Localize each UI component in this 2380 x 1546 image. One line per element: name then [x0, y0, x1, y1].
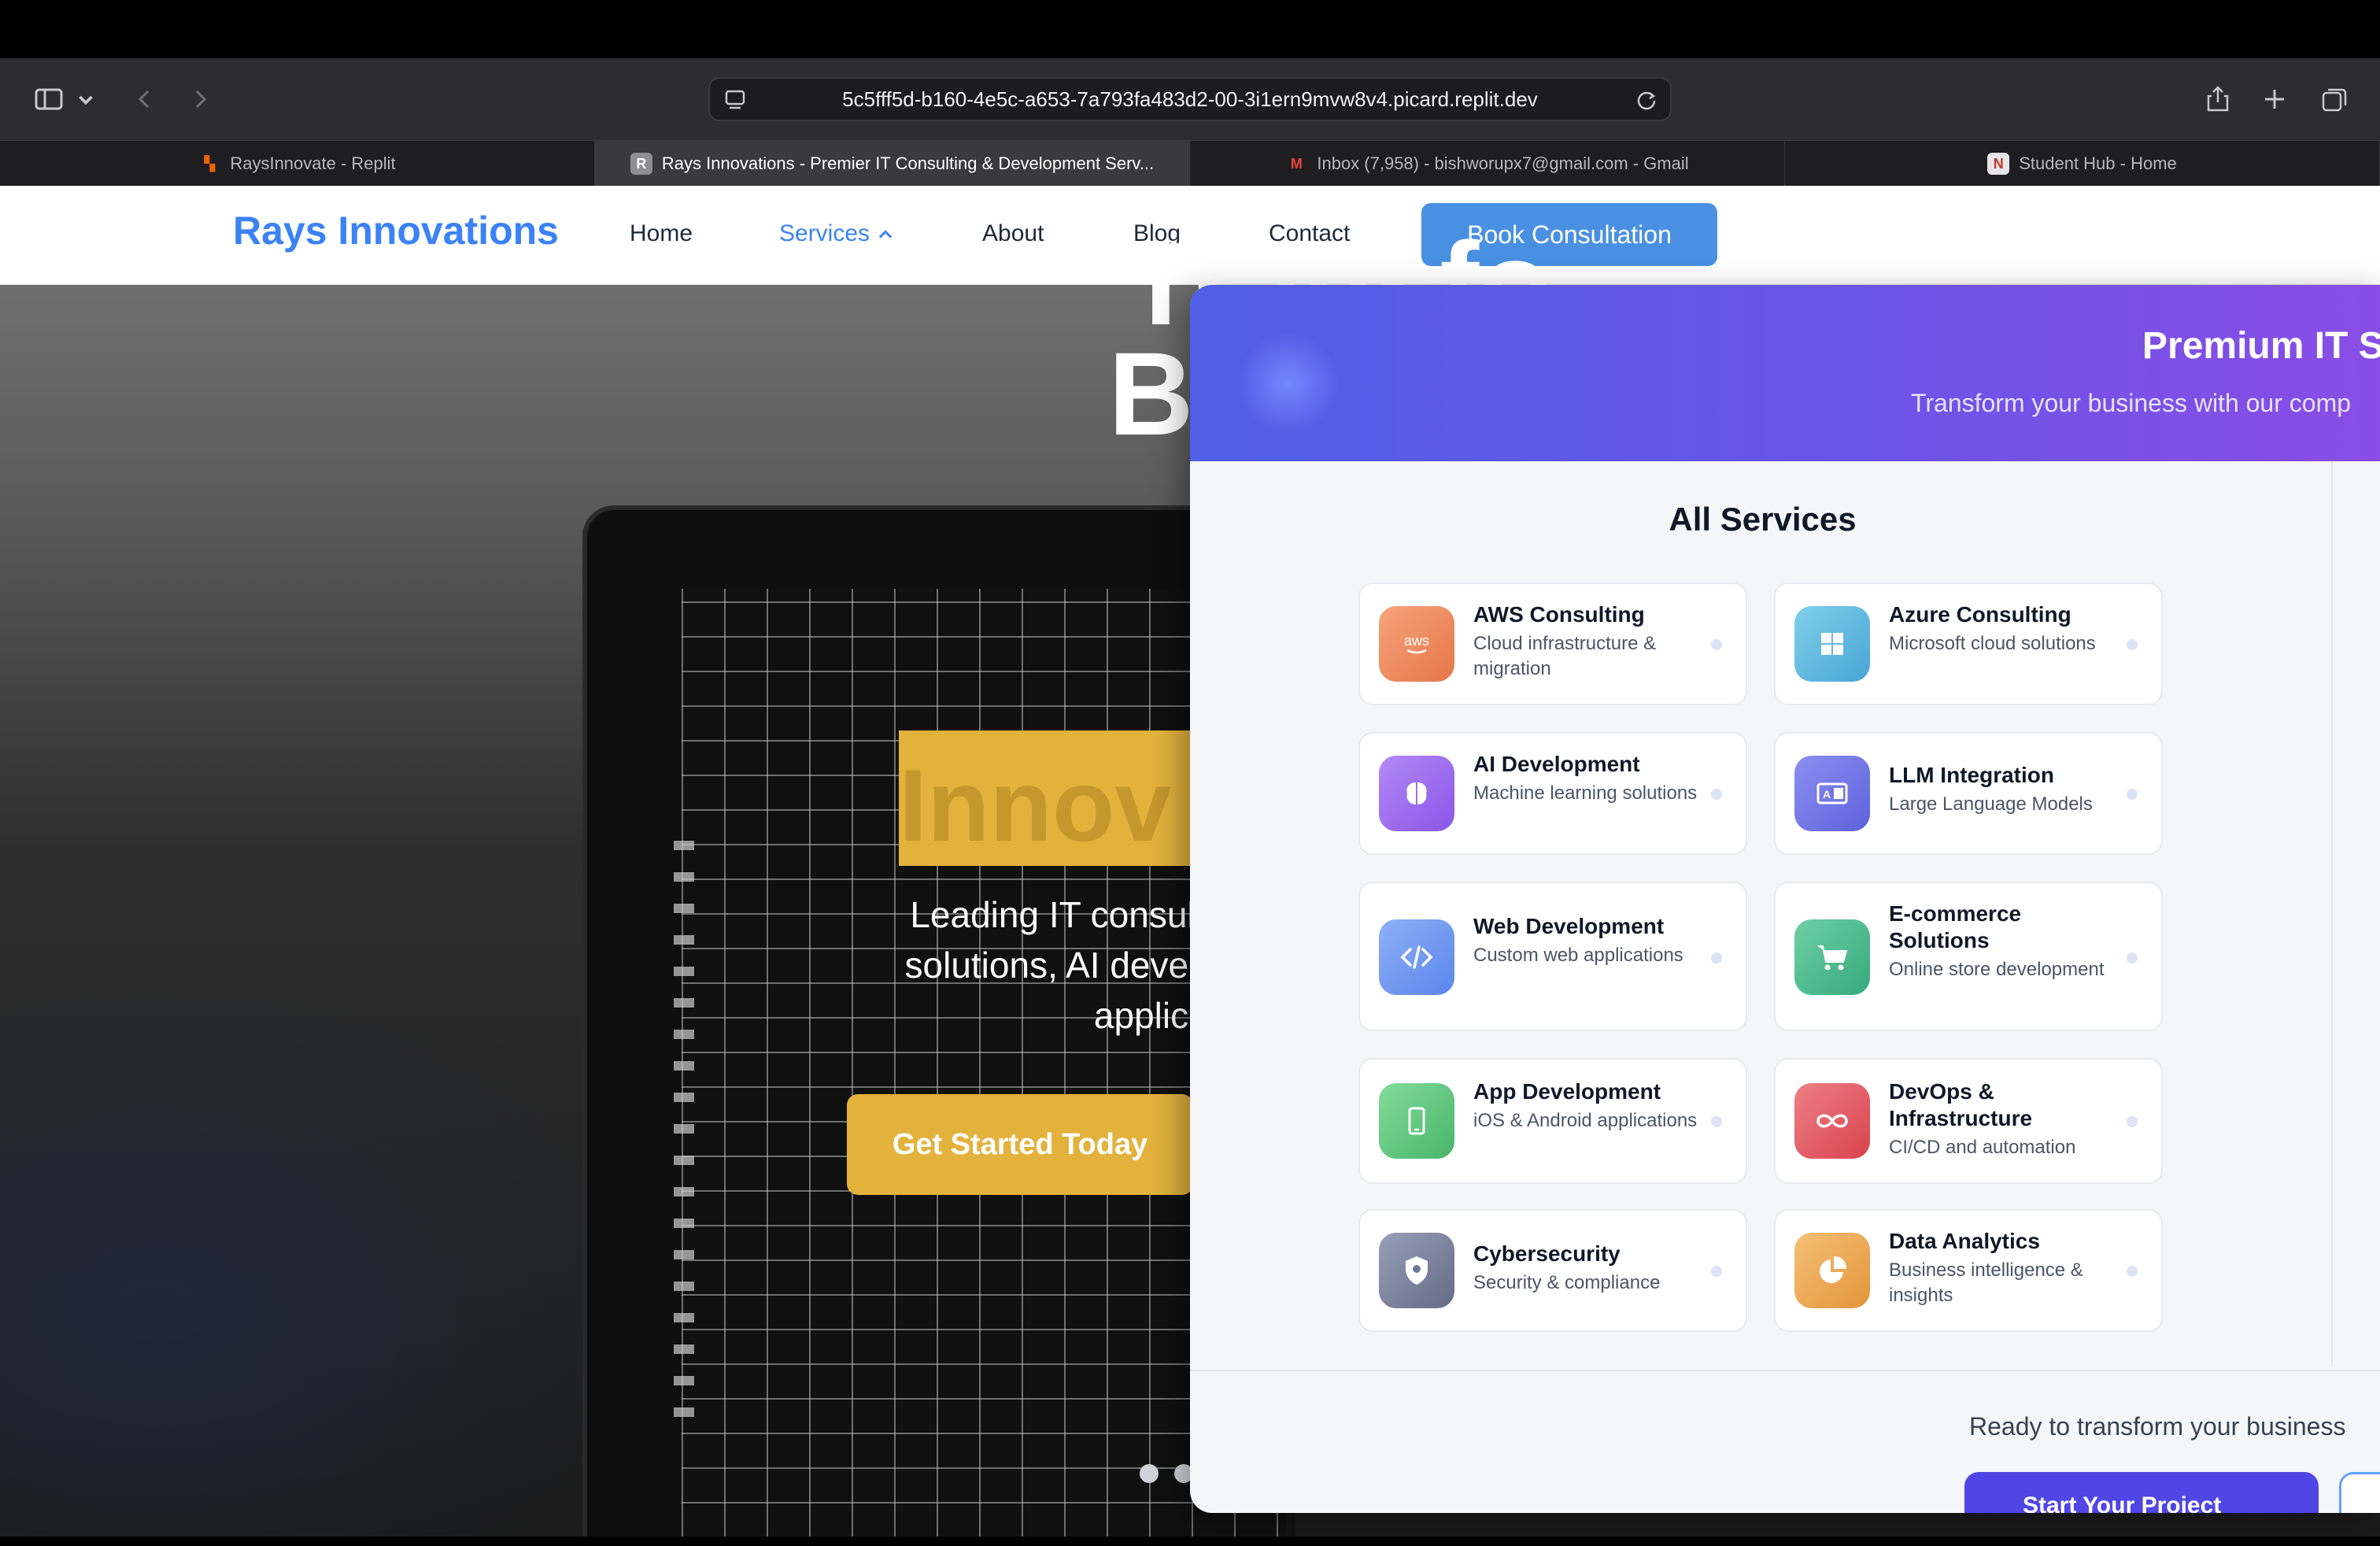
language-icon: A	[1794, 756, 1870, 831]
code-icon	[1379, 919, 1454, 995]
service-card-data-analytics[interactable]: Data Analytics Business intelligence & in…	[1774, 1209, 2163, 1332]
services-dropdown: Premium IT S Transform your business wit…	[1190, 285, 2380, 1513]
tab-strip: ▚ RaysInnovate - Replit R Rays Innovatio…	[0, 140, 2380, 187]
url-text[interactable]: 5c5fff5d-b160-4e5c-a653-7a793fa483d2-00-…	[710, 79, 1670, 120]
share-icon[interactable]	[2199, 80, 2237, 118]
start-project-button[interactable]: Start Your Project	[1964, 1472, 2319, 1513]
tab-student-hub[interactable]: N Student Hub - Home	[1785, 141, 2380, 187]
tab-gmail[interactable]: M Inbox (7,958) - bishworupx7@gmail.com …	[1190, 141, 1785, 187]
carousel-dot[interactable]	[1140, 1464, 1159, 1483]
tab-label: Student Hub - Home	[2019, 153, 2177, 173]
service-card-ecommerce[interactable]: E-commerce Solutions Online store develop…	[1774, 882, 2163, 1031]
dropdown-title: Premium IT S	[2142, 325, 2380, 367]
svg-text:A: A	[1823, 788, 1831, 801]
windows-icon	[1794, 606, 1870, 682]
tab-replit[interactable]: ▚ RaysInnovate - Replit	[0, 141, 595, 187]
dropdown-header: Premium IT S Transform your business wit…	[1190, 285, 2380, 461]
tab-overview-icon[interactable]	[2315, 80, 2353, 118]
brain-icon	[1379, 756, 1454, 831]
service-card-llm[interactable]: A LLM Integration Large Language Models	[1774, 732, 2163, 855]
gmail-icon: M	[1290, 155, 1303, 172]
system-bar	[0, 0, 2380, 58]
service-card-azure[interactable]: Azure Consulting Microsoft cloud solution…	[1774, 583, 2163, 705]
service-card-cybersecurity[interactable]: Cybersecurity Security & compliance	[1358, 1209, 1747, 1332]
reload-icon[interactable]	[1634, 87, 1659, 112]
svg-text:aws: aws	[1404, 633, 1429, 649]
nav-home[interactable]: Home	[630, 220, 693, 247]
service-card-devops[interactable]: DevOps & Infrastructure CI/CD and automat…	[1774, 1058, 2163, 1184]
student-hub-icon: N	[1987, 153, 2010, 175]
browser-toolbar: 5c5fff5d-b160-4e5c-a653-7a793fa483d2-00-…	[0, 58, 2380, 140]
all-services-heading: All Services	[1669, 501, 1857, 538]
replit-icon: ▚	[204, 155, 216, 172]
tab-label: RaysInnovate - Replit	[230, 153, 396, 173]
service-card-aws[interactable]: aws AWS Consulting Cloud infrastructure &…	[1358, 583, 1747, 705]
get-started-button[interactable]: Get Started Today	[847, 1094, 1193, 1195]
chevron-down-icon[interactable]	[74, 80, 98, 118]
tab-label: Inbox (7,958) - bishworupx7@gmail.com - …	[1317, 153, 1689, 173]
new-tab-icon[interactable]	[2256, 80, 2293, 118]
shield-icon	[1379, 1233, 1454, 1308]
phone-icon	[1379, 1083, 1454, 1159]
pie-chart-icon	[1794, 1233, 1870, 1308]
service-card-web[interactable]: Web Development Custom web applications	[1358, 882, 1747, 1031]
dropdown-footer-text: Ready to transform your business	[1969, 1412, 2346, 1441]
tab-rays-innovations[interactable]: R Rays Innovations - Premier IT Consulti…	[595, 141, 1190, 187]
address-bar[interactable]: 5c5fff5d-b160-4e5c-a653-7a793fa483d2-00-…	[708, 77, 1672, 121]
site-logo[interactable]: Rays Innovations	[233, 208, 559, 253]
service-card-ai[interactable]: AI Development Machine learning solutions	[1358, 732, 1747, 855]
aws-icon: aws	[1379, 606, 1454, 682]
r-letter-icon: R	[630, 153, 652, 175]
sidebar-toggle-icon[interactable]	[30, 80, 68, 118]
forward-icon[interactable]	[181, 80, 219, 118]
infinity-icon	[1794, 1083, 1870, 1159]
dropdown-subtitle: Transform your business with our comp	[1911, 389, 2352, 417]
tab-label: Rays Innovations - Premier IT Consulting…	[661, 153, 1155, 173]
back-icon[interactable]	[126, 80, 164, 118]
secondary-footer-button[interactable]	[2339, 1472, 2380, 1513]
service-card-app[interactable]: App Development iOS & Android application…	[1358, 1058, 1747, 1184]
cart-icon	[1794, 919, 1870, 995]
